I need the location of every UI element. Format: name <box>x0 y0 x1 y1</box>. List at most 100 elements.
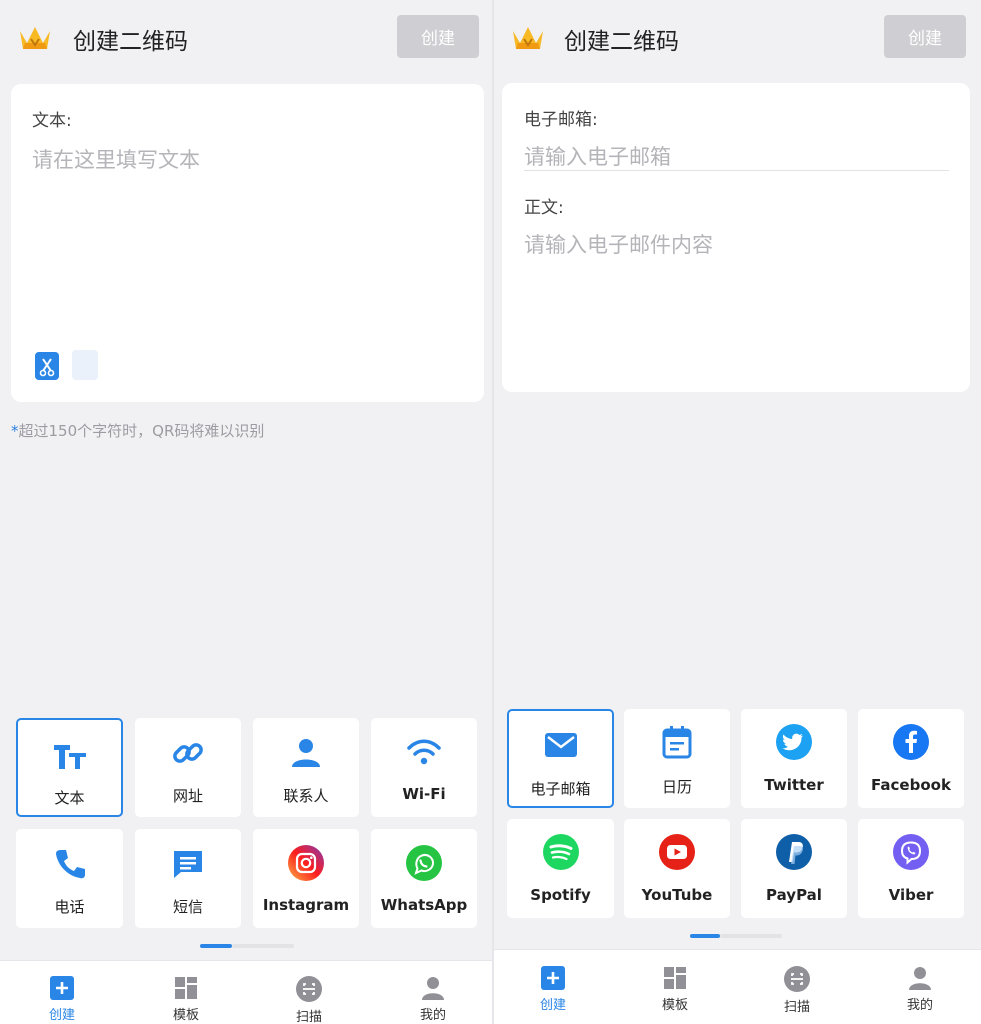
type-label: Viber <box>888 886 934 904</box>
create-button[interactable]: 创建 <box>397 15 479 58</box>
char-limit-note: *超过150个字符时，QR码将难以识别 <box>11 420 264 441</box>
wifi-icon <box>407 739 441 765</box>
type-label: Instagram <box>262 896 350 914</box>
whatsapp-icon <box>406 845 442 881</box>
link-icon <box>173 743 203 763</box>
nav-scan[interactable]: 扫描 <box>279 976 339 1024</box>
type-label: YouTube <box>641 886 713 904</box>
text-input-placeholder[interactable]: 请在这里填写文本 <box>32 144 200 174</box>
type-tile-whatsapp[interactable]: WhatsApp <box>371 829 477 928</box>
body-label: 正文: <box>524 198 564 218</box>
type-tile-wifi[interactable]: Wi-Fi <box>371 718 477 817</box>
right-screen: 创建二维码 创建 电子邮箱: 请输入电子邮箱 正文: 请输入电子邮件内容 电子邮… <box>494 0 981 1024</box>
type-label: Wi-Fi <box>402 785 446 803</box>
type-tile-sms[interactable]: 短信 <box>135 829 241 928</box>
instagram-icon <box>288 845 324 881</box>
type-tile-phone[interactable]: 电话 <box>16 829 123 928</box>
scan-icon <box>784 966 810 992</box>
text-label: 文本: <box>32 111 72 131</box>
type-label: Spotify <box>530 886 591 904</box>
type-tile-text[interactable]: 文本 <box>16 718 123 817</box>
pager-track[interactable] <box>720 934 782 938</box>
bottom-navigation: 创建 模板 扫描 我的 <box>0 960 492 1024</box>
type-tile-paypal[interactable]: PayPal <box>741 819 847 918</box>
bottom-navigation: 创建 模板 扫描 我的 <box>494 949 981 1024</box>
text-format-icon <box>53 745 86 769</box>
spotify-icon <box>542 834 579 870</box>
nav-templates[interactable]: 模板 <box>156 976 216 1023</box>
note-text: 超过150个字符时，QR码将难以识别 <box>18 422 265 440</box>
twitter-icon <box>776 724 812 760</box>
contact-person-icon <box>292 739 320 767</box>
nav-profile[interactable]: 我的 <box>890 966 950 1013</box>
type-tile-email[interactable]: 电子邮箱 <box>507 709 614 808</box>
type-tile-viber[interactable]: Viber <box>858 819 964 918</box>
email-input-placeholder[interactable]: 请输入电子邮箱 <box>524 141 671 171</box>
page-title: 创建二维码 <box>73 29 188 55</box>
header: 创建二维码 创建 <box>0 0 492 74</box>
nav-label: 模板 <box>172 1008 199 1023</box>
template-grid-icon <box>664 967 686 989</box>
nav-label: 模板 <box>661 998 688 1013</box>
body-input-placeholder[interactable]: 请输入电子邮件内容 <box>524 229 713 259</box>
pager-active-indicator <box>200 944 232 948</box>
paste-tool-button[interactable] <box>72 350 98 380</box>
nav-create[interactable]: 创建 <box>32 976 92 1023</box>
nav-label: 创建 <box>48 1008 75 1023</box>
pager-track[interactable] <box>232 944 294 948</box>
type-tile-calendar[interactable]: 日历 <box>624 709 730 808</box>
email-input-card: 电子邮箱: 请输入电子邮箱 正文: 请输入电子邮件内容 <box>502 83 970 392</box>
nav-label: 扫描 <box>783 1000 810 1015</box>
email-input-underline <box>524 170 949 171</box>
nav-scan[interactable]: 扫描 <box>767 966 827 1015</box>
phone-icon <box>55 850 85 879</box>
type-label: 短信 <box>172 898 203 916</box>
header: 创建二维码 创建 <box>494 0 981 74</box>
type-label: 文本 <box>54 789 85 807</box>
type-label: PayPal <box>766 886 822 904</box>
scan-icon <box>296 976 322 1002</box>
template-grid-icon <box>175 977 197 999</box>
profile-icon <box>422 977 444 1000</box>
plus-square-icon <box>50 976 74 1000</box>
type-label: 网址 <box>172 787 203 805</box>
nav-label: 我的 <box>906 998 933 1013</box>
page-title: 创建二维码 <box>564 29 679 55</box>
nav-label: 扫描 <box>295 1010 322 1024</box>
plus-square-icon <box>541 966 565 990</box>
pager-active-indicator <box>690 934 720 938</box>
type-tile-instagram[interactable]: Instagram <box>253 829 359 928</box>
type-tile-youtube[interactable]: YouTube <box>624 819 730 918</box>
nav-templates[interactable]: 模板 <box>645 966 705 1013</box>
type-label: WhatsApp <box>380 896 468 914</box>
type-label: Facebook <box>871 776 951 794</box>
type-tile-url[interactable]: 网址 <box>135 718 241 817</box>
viber-icon <box>893 834 929 870</box>
nav-create[interactable]: 创建 <box>523 966 583 1013</box>
youtube-icon <box>659 834 695 870</box>
nav-label: 创建 <box>539 998 566 1013</box>
crown-icon <box>513 27 543 49</box>
note-star: * <box>11 422 19 440</box>
crown-icon <box>20 27 50 49</box>
type-label: 电子邮箱 <box>530 780 591 798</box>
profile-icon <box>909 967 931 990</box>
create-button[interactable]: 创建 <box>884 15 966 58</box>
type-label: Twitter <box>764 776 824 794</box>
nav-label: 我的 <box>419 1008 446 1023</box>
paypal-icon <box>776 834 812 870</box>
nav-profile[interactable]: 我的 <box>403 976 463 1023</box>
scissors-icon[interactable] <box>35 352 59 380</box>
text-input-card[interactable]: 文本: 请在这里填写文本 <box>11 84 484 402</box>
left-screen: 创建二维码 创建 文本: 请在这里填写文本 *超过150个字符时，QR码将难以识… <box>0 0 492 1024</box>
type-label: 联系人 <box>283 787 329 805</box>
email-label: 电子邮箱: <box>524 110 598 130</box>
type-tile-spotify[interactable]: Spotify <box>507 819 614 918</box>
sms-icon <box>174 851 202 878</box>
type-label: 日历 <box>661 778 692 796</box>
type-label: 电话 <box>54 898 85 916</box>
type-tile-twitter[interactable]: Twitter <box>741 709 847 808</box>
type-tile-contact[interactable]: 联系人 <box>253 718 359 817</box>
type-tile-facebook[interactable]: Facebook <box>858 709 964 808</box>
calendar-icon <box>662 726 692 759</box>
